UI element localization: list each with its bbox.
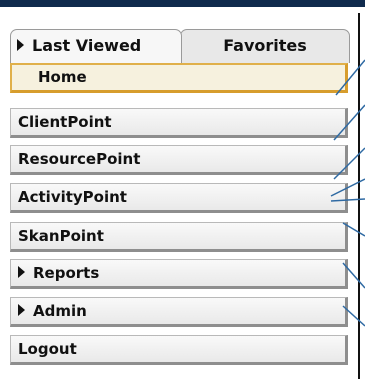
tabs: Last Viewed Favorites xyxy=(0,29,350,63)
expand-triangle-icon xyxy=(17,39,24,51)
tab-favorites-label: Favorites xyxy=(223,36,307,55)
tab-last-viewed[interactable]: Last Viewed xyxy=(10,29,182,63)
menu-item-label: SkanPoint xyxy=(18,227,104,245)
menu-item-resourcepoint[interactable]: ResourcePoint xyxy=(10,145,348,175)
menu-item-label: Admin xyxy=(33,302,87,320)
menu-item-logout[interactable]: Logout xyxy=(10,335,348,365)
tab-last-viewed-label: Last Viewed xyxy=(32,36,142,55)
menu-item-skanpoint[interactable]: SkanPoint xyxy=(10,222,348,252)
vertical-divider xyxy=(358,13,360,379)
tab-favorites[interactable]: Favorites xyxy=(180,29,350,63)
menu-item-label: Reports xyxy=(33,264,100,282)
menu-item-label: Home xyxy=(38,68,87,86)
expand-triangle-icon xyxy=(18,304,25,316)
menu-item-home[interactable]: Home xyxy=(10,63,348,93)
menu-item-label: ResourcePoint xyxy=(18,150,141,168)
menu-item-label: ActivityPoint xyxy=(18,188,127,206)
menu-item-reports[interactable]: Reports xyxy=(10,259,348,289)
menu-item-label: Logout xyxy=(18,340,77,358)
expand-triangle-icon xyxy=(18,266,25,278)
menu-item-activitypoint[interactable]: ActivityPoint xyxy=(10,183,348,213)
menu-item-admin[interactable]: Admin xyxy=(10,297,348,327)
menu-item-clientpoint[interactable]: ClientPoint xyxy=(10,108,348,138)
top-bar xyxy=(0,0,365,7)
menu-item-label: ClientPoint xyxy=(18,113,112,131)
